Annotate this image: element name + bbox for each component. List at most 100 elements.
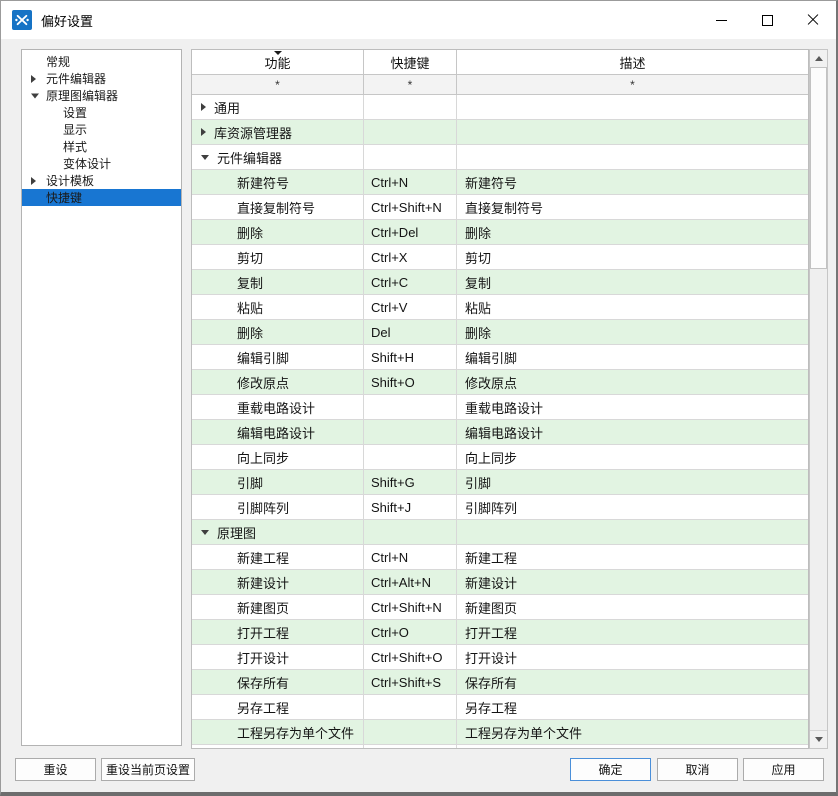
cell-description[interactable]: 修改原点 — [457, 370, 808, 394]
cell-description[interactable]: 编辑电路设计 — [457, 420, 808, 444]
column-header-shortcut[interactable]: 快捷键 — [364, 50, 457, 74]
cell-function[interactable]: 新建工程 — [192, 545, 364, 569]
table-row[interactable]: 新建图页 Ctrl+Shift+N 新建图页 — [192, 595, 808, 620]
cell-description[interactable]: 复制 — [457, 270, 808, 294]
collapse-arrow-icon[interactable] — [31, 75, 36, 83]
expand-arrow-icon[interactable] — [201, 155, 209, 160]
sidebar-item[interactable]: 快捷键 — [22, 189, 181, 206]
cell-function[interactable]: 通用 — [192, 95, 364, 119]
cell-shortcut[interactable] — [364, 520, 457, 544]
table-row[interactable]: 编辑电路设计 编辑电路设计 — [192, 420, 808, 445]
cell-shortcut[interactable]: Ctrl+Alt+N — [364, 570, 457, 594]
cell-shortcut[interactable] — [364, 395, 457, 419]
cell-function[interactable]: 元件编辑器 — [192, 145, 364, 169]
table-row[interactable]: 工程另存为单个文件 工程另存为单个文件 — [192, 720, 808, 745]
cell-function[interactable]: 直接复制符号 — [192, 195, 364, 219]
sidebar-item[interactable]: 显示 — [22, 121, 181, 138]
cell-shortcut[interactable]: Shift+H — [364, 345, 457, 369]
cell-shortcut[interactable]: Ctrl+Shift+O — [364, 645, 457, 669]
cell-shortcut[interactable]: Ctrl+O — [364, 620, 457, 644]
table-row[interactable]: 打开设计 Ctrl+Shift+O 打开设计 — [192, 645, 808, 670]
cell-shortcut[interactable]: Shift+J — [364, 495, 457, 519]
table-row[interactable]: 另存工程 另存工程 — [192, 695, 808, 720]
scrollbar-thumb[interactable] — [810, 67, 827, 269]
cell-function[interactable]: 剪切 — [192, 245, 364, 269]
close-button[interactable] — [790, 1, 836, 39]
cell-shortcut[interactable]: Ctrl+Del — [364, 220, 457, 244]
cell-shortcut[interactable]: Del — [364, 320, 457, 344]
collapse-arrow-icon[interactable] — [201, 128, 206, 136]
cell-description[interactable]: 新建工程 — [457, 545, 808, 569]
cell-function[interactable]: 新建设计 — [192, 570, 364, 594]
cell-function[interactable]: 编辑引脚 — [192, 345, 364, 369]
cell-function[interactable]: 引脚阵列 — [192, 495, 364, 519]
sidebar-item[interactable]: 设计模板 — [22, 172, 181, 189]
cell-function[interactable]: 修改原点 — [192, 370, 364, 394]
cell-shortcut[interactable] — [364, 120, 457, 144]
cell-function[interactable]: 保存所有 — [192, 670, 364, 694]
cell-shortcut[interactable]: Ctrl+N — [364, 545, 457, 569]
reset-current-page-button[interactable]: 重设当前页设置 — [101, 758, 195, 781]
table-row[interactable]: 引脚阵列 Shift+J 引脚阵列 — [192, 495, 808, 520]
cell-description[interactable] — [457, 120, 808, 144]
cell-shortcut[interactable] — [364, 695, 457, 719]
column-header-description[interactable]: 描述 — [457, 50, 808, 74]
cell-shortcut[interactable] — [364, 445, 457, 469]
titlebar[interactable]: 偏好设置 — [1, 1, 836, 39]
filter-input-shortcut[interactable]: * — [364, 75, 457, 94]
table-row[interactable]: 向上同步 向上同步 — [192, 445, 808, 470]
table-row[interactable]: 引脚 Shift+G 引脚 — [192, 470, 808, 495]
cell-function[interactable]: 打开工程 — [192, 620, 364, 644]
table-row[interactable]: 新建设计 Ctrl+Alt+N 新建设计 — [192, 570, 808, 595]
cell-function[interactable]: 库资源管理器 — [192, 120, 364, 144]
table-row[interactable]: 修改原点 Shift+O 修改原点 — [192, 370, 808, 395]
cell-shortcut[interactable]: Ctrl+Shift+N — [364, 595, 457, 619]
cell-shortcut[interactable]: Shift+G — [364, 470, 457, 494]
sidebar-item[interactable]: 样式 — [22, 138, 181, 155]
cell-function[interactable]: 粘贴 — [192, 295, 364, 319]
minimize-button[interactable] — [698, 1, 744, 39]
reset-button[interactable]: 重设 — [15, 758, 96, 781]
table-row[interactable]: 剪切 Ctrl+X 剪切 — [192, 245, 808, 270]
ok-button[interactable]: 确定 — [570, 758, 651, 781]
table-row[interactable]: 保存所有 Ctrl+Shift+S 保存所有 — [192, 670, 808, 695]
cell-description[interactable]: 打开工程 — [457, 620, 808, 644]
sidebar-item[interactable]: 元件编辑器 — [22, 70, 181, 87]
apply-button[interactable]: 应用 — [743, 758, 824, 781]
sidebar-item[interactable]: 常规 — [22, 53, 181, 70]
cell-description[interactable]: 直接复制符号 — [457, 195, 808, 219]
table-row[interactable]: 通用 — [192, 95, 808, 120]
table-row[interactable]: 重载电路设计 重载电路设计 — [192, 395, 808, 420]
table-row[interactable]: 新建符号 Ctrl+N 新建符号 — [192, 170, 808, 195]
vertical-scrollbar[interactable] — [809, 49, 828, 749]
cell-shortcut[interactable] — [364, 145, 457, 169]
table-row[interactable]: 复制 Ctrl+C 复制 — [192, 270, 808, 295]
column-header-function[interactable]: 功能 — [192, 50, 364, 74]
cell-function[interactable]: 复制 — [192, 270, 364, 294]
cell-shortcut[interactable]: Ctrl+Shift+N — [364, 195, 457, 219]
cell-description[interactable]: 新建图页 — [457, 595, 808, 619]
sidebar-item[interactable]: 变体设计 — [22, 155, 181, 172]
cell-description[interactable]: 粘贴 — [457, 295, 808, 319]
table-row[interactable]: 元件编辑器 — [192, 145, 808, 170]
cell-description[interactable]: 引脚 — [457, 470, 808, 494]
cell-shortcut[interactable]: Ctrl+V — [364, 295, 457, 319]
table-row[interactable]: 打开工程 Ctrl+O 打开工程 — [192, 620, 808, 645]
cell-shortcut[interactable] — [364, 420, 457, 444]
cell-function[interactable]: 原理图 — [192, 520, 364, 544]
cell-description[interactable]: 删除 — [457, 220, 808, 244]
cell-description[interactable] — [457, 95, 808, 119]
cell-description[interactable]: 工程另存为单个文件 — [457, 720, 808, 744]
cell-shortcut[interactable] — [364, 720, 457, 744]
cell-function[interactable]: 删除 — [192, 220, 364, 244]
cancel-button[interactable]: 取消 — [657, 758, 738, 781]
cell-shortcut[interactable] — [364, 95, 457, 119]
cell-function[interactable]: 重载电路设计 — [192, 395, 364, 419]
table-row[interactable]: 删除 Ctrl+Del 删除 — [192, 220, 808, 245]
cell-function[interactable]: 另存工程 — [192, 695, 364, 719]
cell-function[interactable]: 新建图页 — [192, 595, 364, 619]
table-row[interactable]: 粘贴 Ctrl+V 粘贴 — [192, 295, 808, 320]
cell-description[interactable]: 编辑引脚 — [457, 345, 808, 369]
cell-shortcut[interactable]: Ctrl+X — [364, 245, 457, 269]
cell-description[interactable]: 向上同步 — [457, 445, 808, 469]
